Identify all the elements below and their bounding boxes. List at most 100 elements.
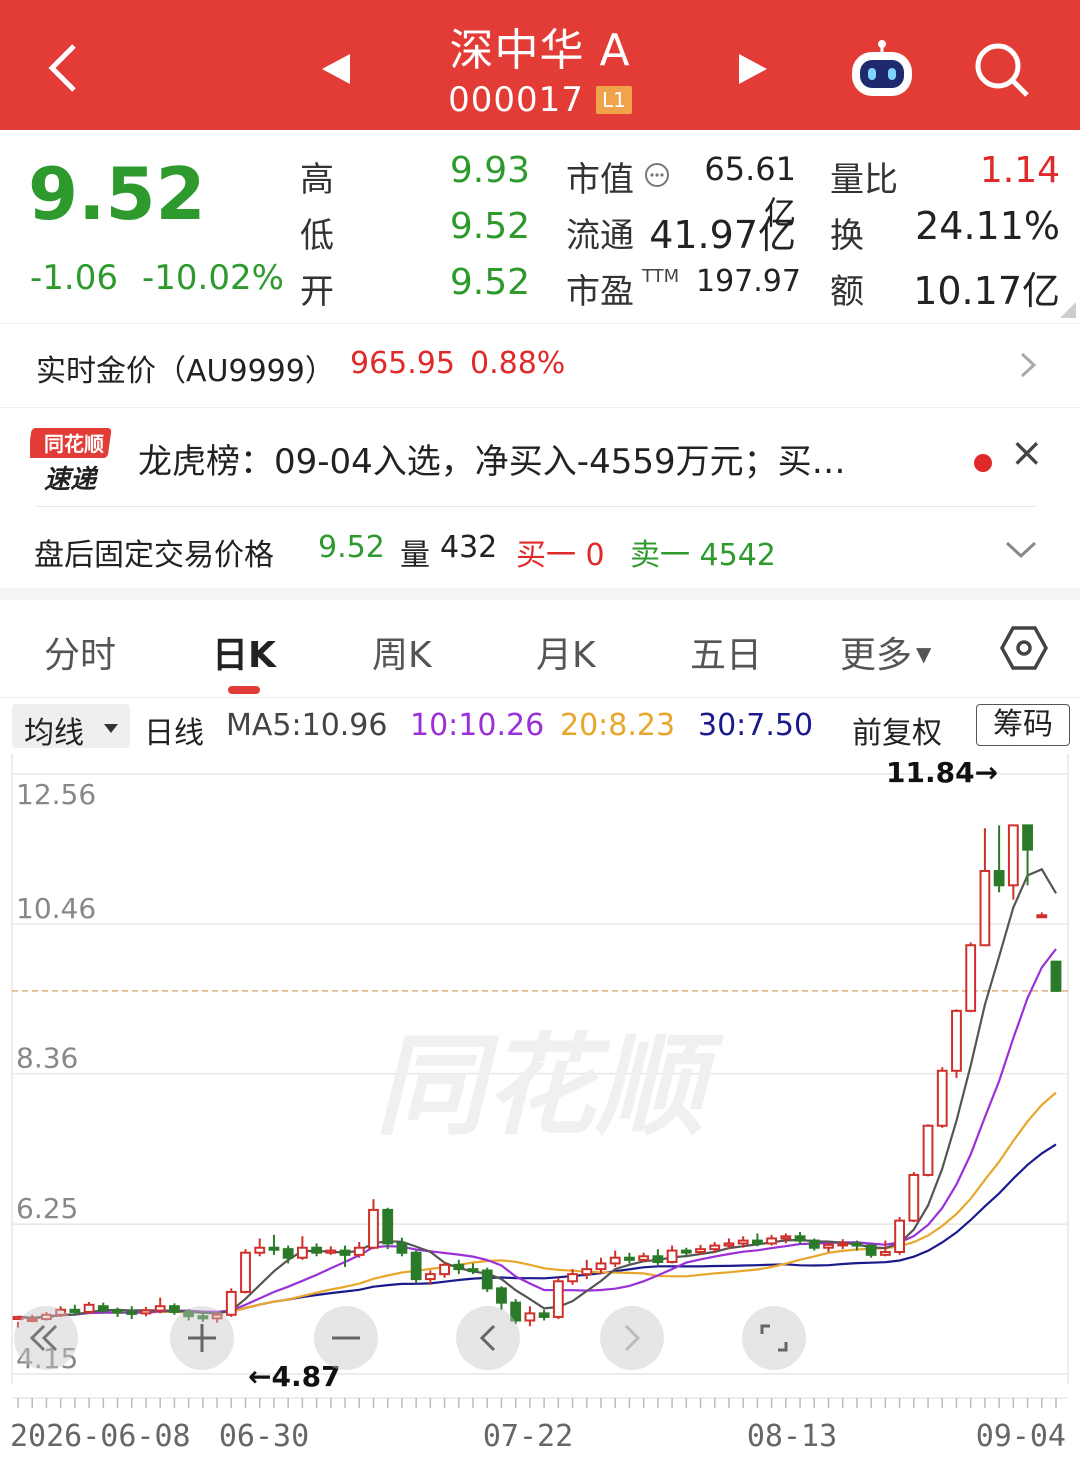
level-badge: L1 [595, 86, 632, 114]
y-tick-label: 10.46 [16, 892, 96, 925]
news-text[interactable]: 龙虎榜：09-04入选，净买入-4559万元；买… [138, 434, 846, 483]
tab-five-day[interactable]: 五日 [690, 626, 762, 678]
candle-body [751, 1239, 763, 1245]
float-label: 流通 [566, 216, 634, 256]
price-change-pct: -10.02% [142, 258, 284, 298]
turnover-value: 24.11% [915, 204, 1060, 248]
fullscreen-button[interactable] [742, 1306, 806, 1370]
candle-body [439, 1263, 450, 1276]
chevron-right-icon [1020, 352, 1037, 378]
settings-hexagon-icon[interactable] [1000, 624, 1048, 672]
candle-body [581, 1268, 593, 1276]
candle-body [666, 1249, 678, 1263]
candle-body [567, 1273, 578, 1283]
candle-body [951, 1009, 962, 1072]
candle-body [908, 1173, 920, 1222]
rewind-button[interactable] [14, 1306, 78, 1370]
x-tick-label: 09-04 [976, 1419, 1066, 1454]
pe-sup: TTM [642, 266, 680, 287]
after-hours-ask: 卖一 4542 [630, 538, 776, 573]
candle-body [979, 870, 991, 947]
after-hours-vol: 432 [440, 530, 498, 565]
ma20-value: 20:8.23 [560, 708, 676, 743]
candle-body [709, 1244, 721, 1251]
amount-value: 10.17亿 [913, 269, 1060, 313]
candle-body [339, 1249, 351, 1256]
candle-body [936, 1069, 948, 1127]
candle-body [453, 1263, 465, 1271]
candle-body [993, 870, 1005, 887]
stock-name: 深中华 A [449, 25, 631, 76]
stock-code-row: 000017 L1 [0, 80, 1080, 120]
tab-more[interactable]: 更多 ▼ [840, 626, 931, 678]
after-hours-row[interactable]: 盘后固定交易价格 9.52 量 432 买一 0 卖一 4542 [0, 510, 1080, 588]
chevron-down-icon[interactable] [1004, 540, 1038, 560]
ma-selector[interactable]: 均线 [12, 704, 130, 751]
candle-body [254, 1246, 266, 1254]
close-icon[interactable]: × [1010, 430, 1044, 476]
candle-body [808, 1239, 820, 1249]
chart-tabs: 分时 日K 周K 月K 五日 更多 ▼ [0, 600, 1080, 698]
zoom-in-button[interactable] [170, 1306, 234, 1370]
candle-body [894, 1219, 905, 1254]
candle-body [680, 1249, 692, 1254]
info-icon[interactable] [644, 162, 670, 188]
ma30-value: 30:7.50 [698, 708, 814, 743]
high-value: 9.93 [449, 150, 530, 191]
open-label: 开 [300, 272, 334, 312]
candle-body [538, 1312, 550, 1318]
candle-body [965, 944, 977, 1012]
quote-panel: 9.52 -1.06 -10.02% 高 低 开 9.93 9.52 9.52 … [0, 130, 1080, 324]
low-value: 9.52 [449, 206, 530, 247]
candle-body [268, 1246, 280, 1251]
max-price-label: 11.84→ [886, 756, 998, 789]
x-tick-label: 08-13 [747, 1419, 837, 1454]
high-label: 高 [300, 160, 334, 200]
candle-body [737, 1239, 749, 1245]
svg-text:速递: 速递 [44, 465, 99, 495]
candle-body [695, 1248, 706, 1254]
pe-label: 市盈 [566, 272, 634, 312]
candle-body [83, 1303, 95, 1313]
gold-pct: 0.88% [470, 346, 566, 381]
ma5-value: MA5:10.96 [226, 708, 388, 743]
robot-assistant-icon[interactable] [846, 38, 918, 102]
y-tick-label: 6.25 [16, 1192, 78, 1225]
section-separator [0, 588, 1080, 600]
tab-monthly-k[interactable]: 月K [536, 626, 596, 678]
x-tick-label: 06-30 [219, 1419, 309, 1454]
candle-body [467, 1268, 479, 1273]
chips-button[interactable]: 筹码 [976, 704, 1070, 746]
tab-intraday[interactable]: 分时 [44, 626, 116, 678]
news-ticker[interactable]: 同花顺 速递 龙虎榜：09-04入选，净买入-4559万元；买… × [0, 410, 1080, 506]
gold-price-row[interactable]: 实时金价（AU9999） 965.95 0.88% [0, 324, 1080, 408]
next-stock-icon[interactable] [735, 52, 771, 86]
tonghuashun-express-logo: 同花顺 速递 [30, 428, 112, 495]
candle-body [97, 1305, 109, 1312]
stock-code: 000017 [448, 80, 584, 120]
dropdown-arrow-icon [104, 724, 118, 733]
search-icon[interactable] [972, 40, 1032, 100]
low-label: 低 [300, 216, 334, 256]
zoom-out-button[interactable] [314, 1306, 378, 1370]
candle-body [282, 1248, 294, 1259]
candle-body [552, 1280, 564, 1318]
adjust-button[interactable]: 前复权 [852, 708, 942, 752]
candle-body [140, 1309, 152, 1315]
tab-daily-k[interactable]: 日K [212, 626, 276, 678]
candle-body [481, 1269, 493, 1290]
scroll-left-button[interactable] [456, 1306, 520, 1370]
after-hours-price: 9.52 [318, 530, 385, 565]
candle-body [638, 1255, 650, 1261]
tab-weekly-k[interactable]: 周K [372, 626, 432, 678]
scroll-right-button[interactable] [600, 1306, 664, 1370]
kline-chart[interactable]: 12.5610.468.366.254.15同花顺11.84→←4.872026… [0, 754, 1080, 1465]
candle-body [1036, 914, 1048, 919]
candle-body [837, 1242, 849, 1247]
candle-body [1022, 824, 1033, 851]
active-tab-indicator [228, 686, 260, 694]
ma-selector-label: 均线 [24, 716, 84, 751]
candle-body [240, 1251, 251, 1293]
candle-body [368, 1208, 379, 1249]
top-bar: 深中华 A 000017 L1 [0, 0, 1080, 130]
